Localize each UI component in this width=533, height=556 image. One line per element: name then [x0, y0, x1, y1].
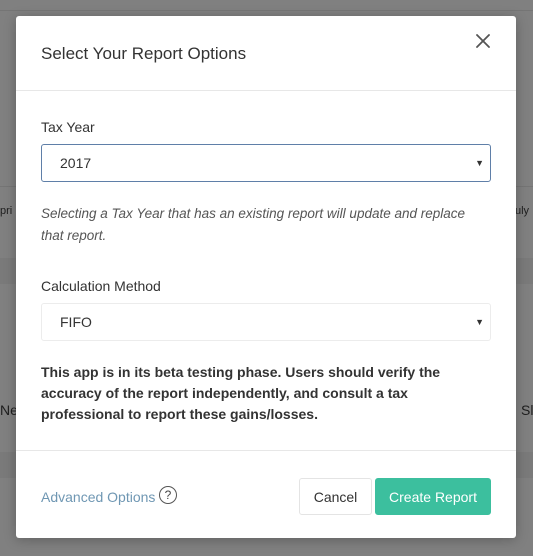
- modal-footer: Advanced Options ? Cancel Create Report: [16, 450, 516, 538]
- close-button[interactable]: [472, 30, 494, 52]
- bg-gridline: [0, 10, 533, 11]
- chevron-down-icon: ▼: [475, 158, 484, 168]
- bg-text-fragment: uly: [515, 205, 530, 217]
- create-report-button[interactable]: Create Report: [375, 478, 491, 515]
- chevron-down-icon: ▼: [475, 317, 484, 327]
- tax-year-select[interactable]: 2017 ▼: [41, 144, 491, 182]
- close-icon: [476, 34, 490, 48]
- bg-text-fragment: Sl: [521, 402, 533, 418]
- calculation-method-select[interactable]: FIFO ▼: [41, 303, 491, 341]
- report-options-modal: Select Your Report Options Tax Year 2017…: [16, 16, 516, 538]
- tax-year-label: Tax Year: [41, 119, 95, 135]
- calculation-method-label: Calculation Method: [41, 278, 161, 294]
- cancel-button[interactable]: Cancel: [299, 478, 372, 515]
- calculation-method-value: FIFO: [60, 314, 92, 330]
- help-icon[interactable]: ?: [159, 486, 177, 504]
- modal-header: Select Your Report Options: [16, 16, 516, 91]
- modal-title: Select Your Report Options: [41, 44, 247, 63]
- tax-year-help-text: Selecting a Tax Year that has an existin…: [41, 206, 466, 243]
- beta-warning-text: This app is in its beta testing phase. U…: [41, 364, 441, 422]
- advanced-options-link[interactable]: Advanced Options: [41, 489, 155, 505]
- tax-year-value: 2017: [60, 155, 92, 171]
- bg-text-fragment: pri: [0, 205, 13, 217]
